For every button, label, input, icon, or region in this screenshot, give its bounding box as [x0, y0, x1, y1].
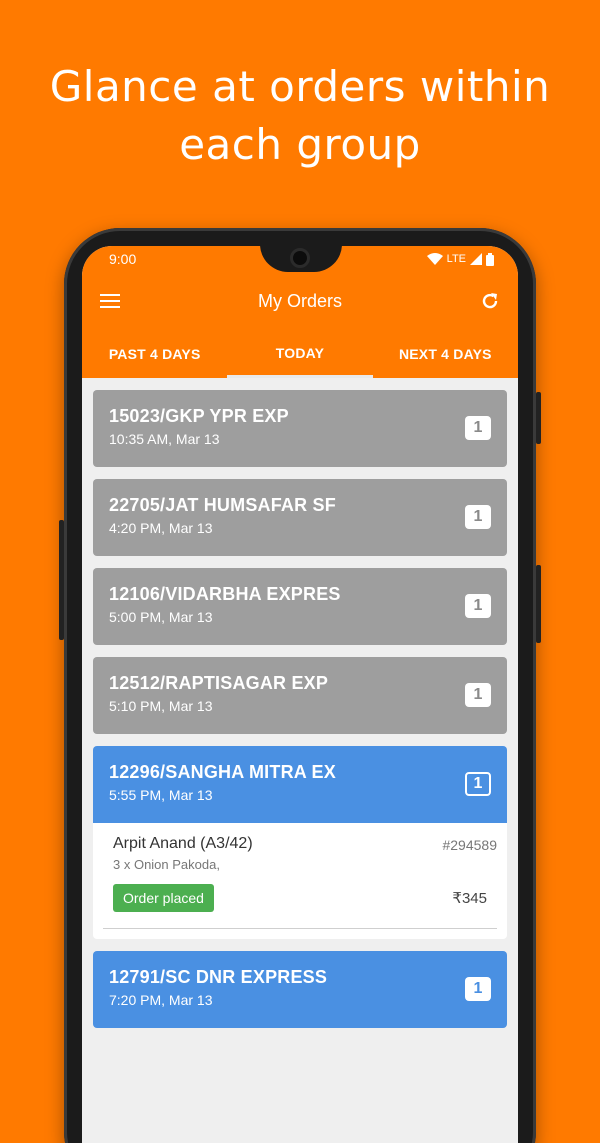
headline-line-1: Glance at orders within — [49, 62, 551, 111]
status-time: 9:00 — [109, 251, 137, 267]
app-bar: My Orders — [82, 272, 518, 330]
tab-next-4-days[interactable]: NEXT 4 DAYS — [373, 330, 518, 378]
order-group-card[interactable]: 22705/JAT HUMSAFAR SF 4:20 PM, Mar 13 1 — [93, 479, 507, 556]
train-time: 5:10 PM, Mar 13 — [109, 698, 213, 714]
order-count-badge: 1 — [465, 977, 491, 1001]
order-group-header[interactable]: 12791/SC DNR EXPRESS 7:20 PM, Mar 13 1 — [93, 951, 507, 1028]
order-count-badge: 1 — [465, 772, 491, 796]
order-group-card-expanded[interactable]: 12296/SANGHA MITRA EX 5:55 PM, Mar 13 1 … — [93, 746, 507, 939]
front-camera — [290, 248, 310, 268]
status-icons: LTE — [426, 252, 494, 266]
headline: Glance at orders within each group — [0, 58, 600, 174]
train-name: 12296/SANGHA MITRA EX — [109, 762, 336, 782]
train-time: 4:20 PM, Mar 13 — [109, 520, 213, 536]
order-group-card[interactable]: 12512/RAPTISAGAR EXP 5:10 PM, Mar 13 1 — [93, 657, 507, 734]
order-group-card[interactable]: 12791/SC DNR EXPRESS 7:20 PM, Mar 13 1 — [93, 951, 507, 1028]
page-title: My Orders — [257, 290, 342, 311]
tab-past-4-days[interactable]: PAST 4 DAYS — [82, 330, 227, 378]
customer-name: Arpit Anand (A3/42) — [113, 835, 253, 852]
train-time: 10:35 AM, Mar 13 — [109, 431, 220, 447]
order-group-card[interactable]: 12106/VIDARBHA EXPRES 5:00 PM, Mar 13 1 — [93, 568, 507, 645]
order-id: #294589 — [442, 837, 497, 853]
train-name: 22705/JAT HUMSAFAR SF — [109, 495, 336, 515]
signal-icon — [470, 253, 482, 265]
network-label: LTE — [446, 253, 466, 265]
train-time: 7:20 PM, Mar 13 — [109, 992, 213, 1008]
order-group-header[interactable]: 12296/SANGHA MITRA EX 5:55 PM, Mar 13 1 — [93, 746, 507, 823]
order-group-header[interactable]: 12106/VIDARBHA EXPRES 5:00 PM, Mar 13 1 — [93, 568, 507, 645]
order-price: ₹345 — [452, 890, 487, 907]
order-items: 3 x Onion Pakoda, — [113, 857, 220, 872]
phone-power-button — [536, 392, 541, 444]
status-bar: 9:00 LTE — [82, 246, 518, 272]
train-name: 12512/RAPTISAGAR EXP — [109, 673, 329, 693]
orders-list: 15023/GKP YPR EXP 10:35 AM, Mar 13 1 227… — [82, 378, 518, 1028]
phone-volume-button — [536, 565, 541, 643]
train-name: 15023/GKP YPR EXP — [109, 406, 289, 426]
train-name: 12106/VIDARBHA EXPRES — [109, 584, 341, 604]
order-status-badge: Order placed — [113, 884, 214, 912]
phone-screen: 9:00 LTE My Orders PAST 4 DAYS TODAY NEX… — [82, 246, 518, 1143]
order-group-header[interactable]: 15023/GKP YPR EXP 10:35 AM, Mar 13 1 — [93, 390, 507, 467]
battery-icon — [486, 252, 494, 266]
refresh-icon[interactable] — [480, 291, 500, 311]
order-count-badge: 1 — [465, 416, 491, 440]
divider — [103, 928, 497, 929]
train-time: 5:55 PM, Mar 13 — [109, 787, 213, 803]
tab-today[interactable]: TODAY — [227, 330, 373, 378]
order-count-badge: 1 — [465, 683, 491, 707]
train-name: 12791/SC DNR EXPRESS — [109, 967, 328, 987]
order-group-card[interactable]: 15023/GKP YPR EXP 10:35 AM, Mar 13 1 — [93, 390, 507, 467]
train-time: 5:00 PM, Mar 13 — [109, 609, 213, 625]
order-group-header[interactable]: 12512/RAPTISAGAR EXP 5:10 PM, Mar 13 1 — [93, 657, 507, 734]
hamburger-menu-icon[interactable] — [100, 293, 120, 309]
order-count-badge: 1 — [465, 594, 491, 618]
phone-side-button — [59, 520, 64, 640]
wifi-icon — [426, 253, 443, 265]
order-detail[interactable]: Arpit Anand (A3/42) #294589 3 x Onion Pa… — [93, 823, 507, 939]
order-group-header[interactable]: 22705/JAT HUMSAFAR SF 4:20 PM, Mar 13 1 — [93, 479, 507, 556]
date-tabs: PAST 4 DAYS TODAY NEXT 4 DAYS — [82, 330, 518, 378]
headline-line-2: each group — [179, 120, 421, 169]
order-count-badge: 1 — [465, 505, 491, 529]
